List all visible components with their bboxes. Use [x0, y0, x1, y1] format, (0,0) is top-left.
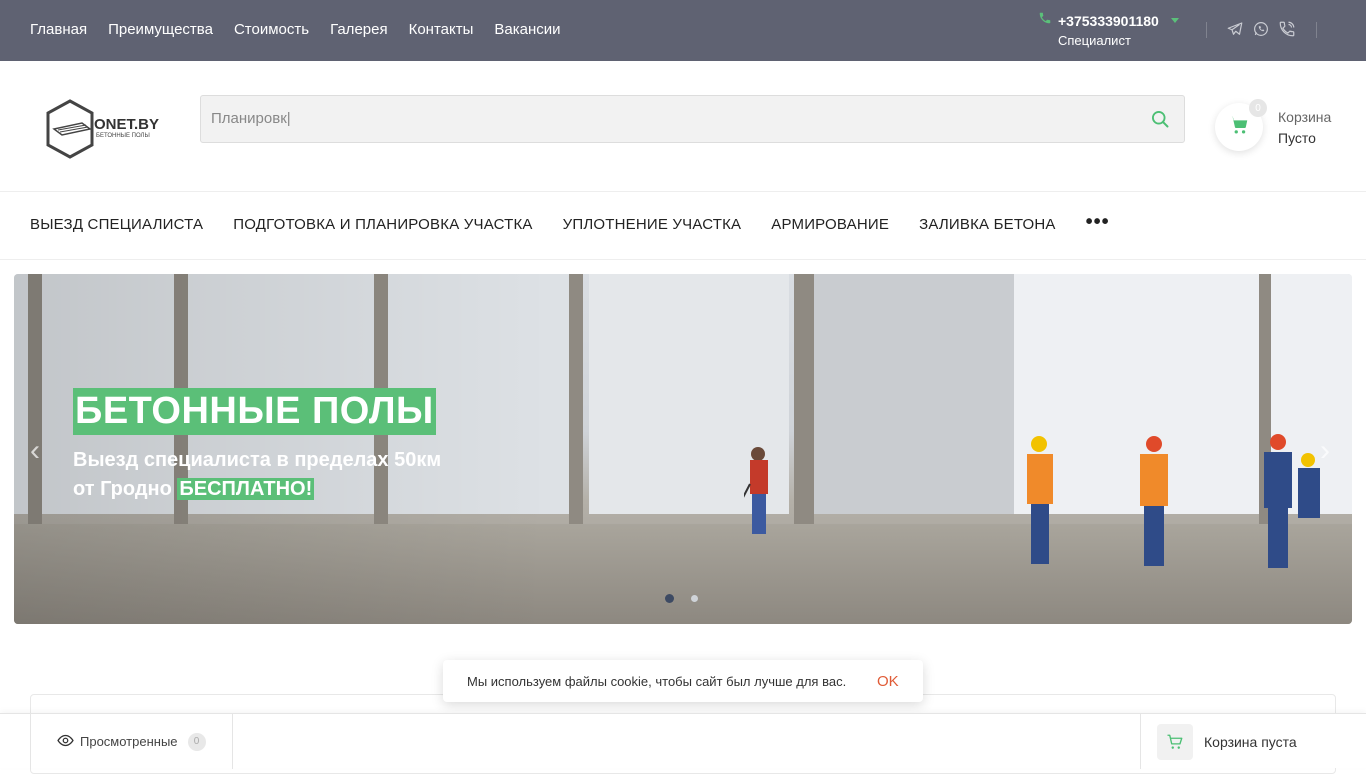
banner-subtitle-line2: от Гродно БЕСПЛАТНО! — [73, 478, 315, 501]
category-site-preparation[interactable]: ПОДГОТОВКА И ПЛАНИРОВКА УЧАСТКА — [233, 216, 532, 233]
logo-tagline: БЕТОННЫЕ ПОЛЫ — [96, 133, 150, 139]
cookie-ok-button[interactable]: OK — [877, 673, 899, 690]
chevron-right-icon[interactable]: › — [1320, 434, 1330, 468]
search-box — [200, 95, 1185, 143]
top-nav-contacts[interactable]: Контакты — [409, 20, 474, 40]
more-menu-icon[interactable]: ••• — [1086, 212, 1110, 232]
cookie-text: Мы используем файлы cookie, чтобы сайт б… — [467, 674, 847, 689]
category-concrete-pouring[interactable]: ЗАЛИВКА БЕТОНА — [919, 216, 1056, 233]
search-input[interactable] — [211, 110, 1111, 127]
banner-worker-figure — [1264, 434, 1320, 568]
category-nav: ВЫЕЗД СПЕЦИАЛИСТА ПОДГОТОВКА И ПЛАНИРОВК… — [30, 212, 1110, 234]
category-specialist-visit[interactable]: ВЫЕЗД СПЕЦИАЛИСТА — [30, 216, 203, 233]
top-nav: Главная Преимущества Стоимость Галерея К… — [30, 20, 561, 40]
category-compaction[interactable]: УПЛОТНЕНИЕ УЧАСТКА — [563, 216, 742, 233]
phone-number[interactable]: +375333901180 — [1058, 13, 1159, 29]
cart-count-badge: 0 — [1249, 99, 1267, 117]
cart-icon — [1228, 114, 1250, 141]
banner-title: БЕТОННЫЕ ПОЛЫ — [73, 388, 436, 435]
telegram-icon[interactable] — [1226, 20, 1244, 38]
cart-icon — [1157, 723, 1193, 760]
divider — [1206, 22, 1207, 38]
banner-worker-figure — [1140, 436, 1168, 566]
bottom-bar: Просмотренные 0 Корзина пуста — [0, 713, 1366, 769]
hero-banner[interactable]: БЕТОННЫЕ ПОЛЫ Выезд специалиста в предел… — [14, 274, 1352, 624]
chevron-down-icon[interactable] — [1170, 18, 1179, 23]
logo-name: ONET.BY — [94, 116, 159, 133]
phone-role: Специалист — [1058, 33, 1131, 48]
chevron-left-icon[interactable]: ‹ — [30, 434, 40, 468]
cart-label[interactable]: Корзина — [1278, 109, 1331, 125]
category-reinforcement[interactable]: АРМИРОВАНИЕ — [771, 216, 889, 233]
bottom-cart-button[interactable]: Корзина пуста — [1140, 714, 1366, 769]
top-nav-home[interactable]: Главная — [30, 20, 87, 40]
eye-icon — [57, 732, 74, 752]
top-nav-advantages[interactable]: Преимущества — [108, 20, 213, 40]
top-nav-gallery[interactable]: Галерея — [330, 20, 388, 40]
slider-dot[interactable] — [691, 595, 698, 602]
slider-dot-active[interactable] — [665, 594, 674, 603]
divider — [1316, 22, 1317, 38]
divider — [0, 259, 1366, 260]
header: ONET.BY БЕТОННЫЕ ПОЛЫ 0 Корзина Пусто — [0, 61, 1366, 192]
logo[interactable]: ONET.BY БЕТОННЫЕ ПОЛЫ — [44, 99, 168, 164]
viewed-count-badge: 0 — [187, 732, 206, 751]
banner-subtitle-line1: Выезд специалиста в пределах 50км — [73, 449, 442, 471]
phone-icon — [1038, 11, 1052, 30]
whatsapp-icon[interactable] — [1252, 20, 1270, 38]
banner-free-highlight: БЕСПЛАТНО! — [177, 478, 315, 500]
viewed-items-button[interactable]: Просмотренные 0 — [30, 714, 233, 769]
bottom-cart-label: Корзина пуста — [1204, 733, 1297, 750]
viewed-label: Просмотренные — [80, 734, 178, 749]
search-icon[interactable] — [1150, 109, 1170, 134]
social-links — [1226, 20, 1296, 38]
phone-block[interactable]: +375333901180 Специалист — [1038, 11, 1179, 48]
top-bar: Главная Преимущества Стоимость Галерея К… — [0, 0, 1366, 61]
banner-subtitle-prefix: от Гродно — [73, 478, 172, 500]
top-nav-vacancies[interactable]: Вакансии — [494, 20, 560, 40]
cart-status: Пусто — [1278, 130, 1316, 146]
banner-worker-figure — [1027, 436, 1053, 564]
banner-worker-figure — [744, 447, 768, 534]
top-nav-price[interactable]: Стоимость — [234, 20, 309, 40]
viber-icon[interactable] — [1278, 20, 1296, 38]
cookie-notice: Мы используем файлы cookie, чтобы сайт б… — [443, 660, 923, 702]
